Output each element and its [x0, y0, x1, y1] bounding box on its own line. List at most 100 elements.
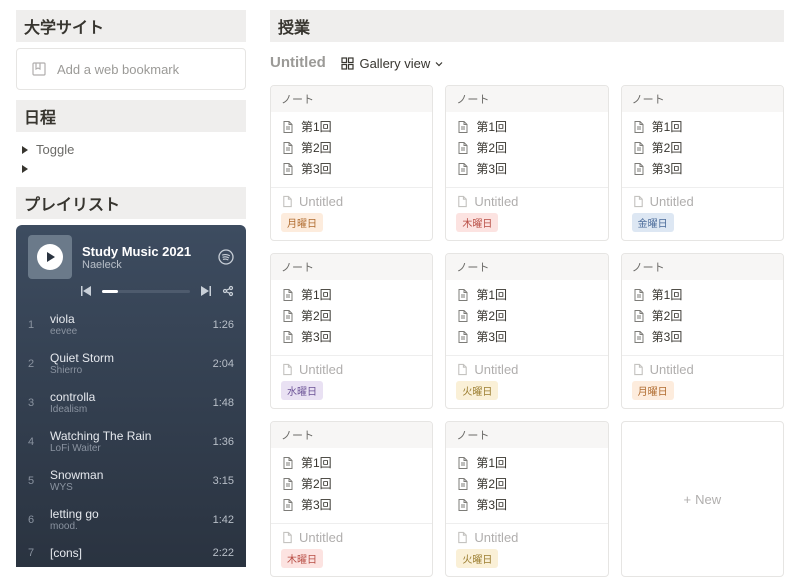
progress-bar[interactable] [102, 290, 190, 293]
note-line: 第3回 [281, 494, 422, 515]
page-icon [281, 456, 295, 470]
track-artist: eevee [50, 326, 203, 337]
note-line: 第2回 [281, 305, 422, 326]
add-bookmark-button[interactable]: Add a web bookmark [16, 48, 246, 90]
card-header: ノート [271, 86, 432, 112]
track-artist: LoFi Waiter [50, 443, 203, 454]
page-icon [632, 141, 646, 155]
day-tag: 木曜日 [456, 213, 498, 232]
track-row[interactable]: 1violaeevee1:26 [16, 305, 246, 344]
spotify-embed[interactable]: Study Music 2021 Naeleck 1violaeevee1:26… [16, 225, 246, 567]
track-title: letting go [50, 507, 203, 521]
university-heading: 大学サイト [16, 10, 246, 42]
track-title: [cons] [50, 546, 203, 560]
toggle-item[interactable]: Toggle [16, 138, 246, 161]
note-line: 第3回 [456, 494, 597, 515]
page-icon [281, 531, 294, 544]
page-icon [456, 531, 469, 544]
track-row[interactable]: 4 Watching The RainLoFi Waiter 1:36 [16, 422, 246, 461]
track-number: 2 [28, 358, 40, 370]
card-title: Untitled [632, 362, 773, 377]
track-artist: WYS [50, 482, 203, 493]
track-row[interactable]: 5SnowmanWYS3:15 [16, 461, 246, 500]
gallery-card[interactable]: ノート第1回第2回第3回Untitled水曜日 [270, 253, 433, 409]
gallery-card[interactable]: ノート第1回第2回第3回Untitled金曜日 [621, 85, 784, 241]
gallery-card[interactable]: ノート第1回第2回第3回 Untitled 火曜日 [445, 421, 608, 577]
toggle-item-empty[interactable] [16, 161, 246, 177]
note-label: 第1回 [476, 118, 507, 135]
page-icon [281, 141, 295, 155]
day-tag: 火曜日 [456, 381, 498, 400]
card-title: Untitled [456, 530, 597, 545]
note-line: 第1回 [281, 452, 422, 473]
note-line: 第1回 [632, 284, 773, 305]
next-icon[interactable] [200, 286, 212, 296]
note-label: 第3回 [301, 328, 332, 345]
page-icon [281, 363, 294, 376]
note-line: 第1回 [456, 284, 597, 305]
play-button[interactable] [37, 244, 63, 270]
day-tag: 水曜日 [281, 381, 323, 400]
note-line: 第3回 [456, 158, 597, 179]
gallery-card[interactable]: ノート第1回第2回第3回Untitled火曜日 [445, 253, 608, 409]
view-label: Gallery view [359, 56, 430, 71]
note-line: 第2回 [281, 137, 422, 158]
page-icon [632, 330, 646, 344]
card-title: Untitled [281, 530, 422, 545]
database-title[interactable]: Untitled [270, 54, 326, 71]
page-icon [456, 309, 470, 323]
page-icon [281, 162, 295, 176]
card-title: Untitled [281, 362, 422, 377]
track-number: 1 [28, 319, 40, 331]
page-icon [632, 363, 645, 376]
page-icon [632, 288, 646, 302]
note-label: 第1回 [301, 286, 332, 303]
track-row[interactable]: 7[cons]2:22 [16, 539, 246, 567]
note-line: 第1回 [456, 452, 597, 473]
page-icon [281, 288, 295, 302]
card-header: ノート [446, 254, 607, 280]
note-label: 第1回 [301, 118, 332, 135]
gallery-card[interactable]: ノート第1回第2回第3回Untitled月曜日 [270, 85, 433, 241]
track-title: controlla [50, 390, 203, 404]
album-cover[interactable] [28, 235, 72, 279]
track-title: Snowman [50, 468, 203, 482]
playlist-heading: プレイリスト [16, 187, 246, 219]
play-icon [47, 252, 55, 262]
page-icon [281, 498, 295, 512]
page-icon [456, 195, 469, 208]
page-icon [456, 456, 470, 470]
note-label: 第3回 [652, 328, 683, 345]
track-duration: 1:48 [213, 397, 234, 409]
card-header: ノート [446, 422, 607, 448]
track-row[interactable]: 6letting gomood.1:42 [16, 500, 246, 539]
note-label: 第3回 [476, 496, 507, 513]
note-label: 第2回 [476, 475, 507, 492]
view-selector[interactable]: Gallery view [341, 56, 443, 71]
new-card-button[interactable]: +New [621, 421, 784, 577]
card-title: Untitled [456, 194, 597, 209]
card-title: Untitled [281, 194, 422, 209]
page-icon [456, 363, 469, 376]
gallery-card[interactable]: ノート第1回第2回第3回Untitled月曜日 [621, 253, 784, 409]
track-duration: 1:36 [213, 436, 234, 448]
gallery-card[interactable]: ノート第1回第2回第3回Untitled木曜日 [445, 85, 608, 241]
share-icon[interactable] [222, 285, 234, 297]
note-label: 第2回 [476, 307, 507, 324]
spotify-icon[interactable] [218, 249, 234, 265]
page-icon [456, 120, 470, 134]
note-label: 第1回 [652, 286, 683, 303]
note-label: 第1回 [652, 118, 683, 135]
track-artist: mood. [50, 521, 203, 532]
track-number: 4 [28, 436, 40, 448]
prev-icon[interactable] [80, 286, 92, 296]
day-tag: 火曜日 [456, 549, 498, 568]
note-line: 第3回 [632, 326, 773, 347]
page-icon [456, 288, 470, 302]
bookmark-placeholder: Add a web bookmark [57, 62, 179, 77]
track-row[interactable]: 3controllaIdealism1:48 [16, 383, 246, 422]
track-duration: 2:04 [213, 358, 234, 370]
track-title: Watching The Rain [50, 429, 203, 443]
track-row[interactable]: 2Quiet StormShierro2:04 [16, 344, 246, 383]
gallery-card[interactable]: ノート第1回第2回第3回Untitled木曜日 [270, 421, 433, 577]
